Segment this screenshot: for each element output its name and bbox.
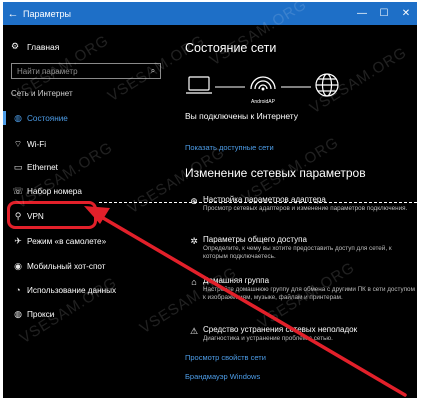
network-name: AndroidAP [251, 99, 276, 105]
airplane-icon: ✈ [14, 235, 22, 246]
troubleshooter-option[interactable]: ⚠ Средство устранения сетевых неполадок … [185, 325, 417, 343]
sidebar-item-label: Wi-Fi [27, 139, 47, 149]
sidebar-item-status[interactable]: ◍ Состояние [3, 108, 169, 128]
wifi-signal-icon [250, 76, 276, 91]
window-title: Параметры [23, 8, 71, 19]
option-description: Диагностика и устранение проблем с сетью… [203, 335, 333, 342]
back-arrow-icon[interactable]: ← [3, 8, 23, 20]
wifi-icon: ⌔ [13, 138, 23, 149]
option-title: Средство устранения сетевых неполадок [203, 325, 358, 334]
option-description: Определите, к чему вы хотите предоставит… [203, 245, 392, 260]
view-network-properties-link[interactable]: Просмотр свойств сети [185, 353, 266, 362]
globe-icon: ◍ [14, 112, 22, 123]
sidebar-item-label: Мобильный хот-спот [27, 261, 106, 271]
sidebar-item-hotspot[interactable]: ◉ Мобильный хот-спот [9, 256, 169, 276]
adapter-icon: ⊕ [190, 196, 198, 206]
sidebar-item-airplane[interactable]: ✈ Режим «в самолете» [9, 231, 169, 251]
ethernet-icon: ▭ [13, 161, 23, 172]
gear-icon: ⚙ [11, 41, 20, 51]
home-link[interactable]: ⚙ Главная [11, 41, 59, 52]
globe-icon: ◍ [14, 308, 22, 319]
title-bar: ← Параметры — ☐ ✕ [3, 2, 417, 25]
windows-firewall-link[interactable]: Брандмауэр Windows [185, 372, 260, 381]
maximize-button[interactable]: ☐ [373, 8, 395, 19]
connection-status: Вы подключены к Интернету [185, 111, 299, 121]
main-panel: Состояние сети AndroidAP Вы подключены к… [185, 25, 417, 398]
sharing-icon: ✲ [190, 236, 198, 246]
home-label: Главная [27, 41, 60, 52]
sharing-settings-option[interactable]: ✲ Параметры общего доступа Определите, к… [185, 235, 417, 261]
sidebar-item-label: Режим «в самолете» [27, 236, 107, 246]
laptop-icon [186, 76, 212, 94]
settings-window: ← Параметры — ☐ ✕ ⚙ Главная Найти параме… [3, 2, 417, 398]
minimize-button[interactable]: — [351, 8, 373, 19]
close-button[interactable]: ✕ [395, 8, 417, 19]
sidebar-item-label: Ethernet [27, 162, 58, 172]
hotspot-icon: ◉ [14, 260, 22, 271]
show-available-networks-link[interactable]: Показать доступные сети [185, 143, 274, 152]
sidebar-item-label: Состояние [27, 113, 68, 123]
data-usage-icon: ◔ [15, 285, 21, 295]
option-description: Просмотр сетевых адаптеров и изменение п… [203, 205, 408, 212]
window-controls: — ☐ ✕ [351, 8, 417, 19]
warning-icon: ⚠ [189, 326, 199, 336]
option-title: Параметры общего доступа [203, 235, 307, 244]
adapter-settings-option[interactable]: ⊕ Настройка параметров адаптера Просмотр… [185, 195, 417, 213]
